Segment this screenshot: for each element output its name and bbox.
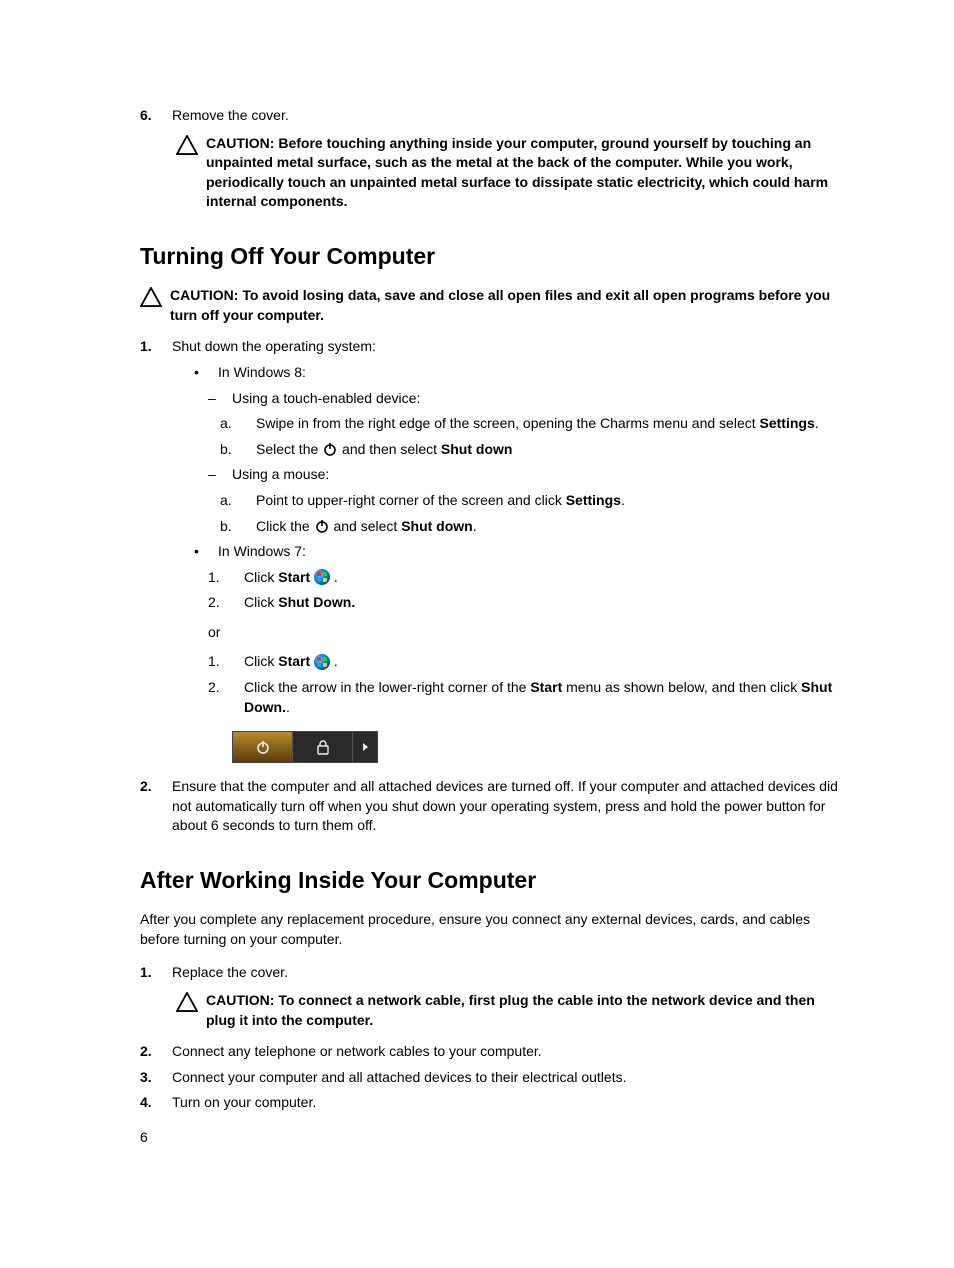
after-step-4: 4. Turn on your computer.: [140, 1093, 844, 1113]
win7b-step-2: 2. Click the arrow in the lower-right co…: [208, 678, 844, 717]
num-1: 1.: [208, 652, 244, 672]
mouse-step-a: a. Point to upper-right corner of the sc…: [220, 491, 844, 511]
step-1-text: Shut down the operating system:: [172, 337, 844, 357]
num-2: 2.: [208, 678, 244, 717]
letter-a: a.: [220, 414, 256, 434]
win7-1-text: Click Start .: [244, 568, 338, 588]
caution-label: CAUTION:: [206, 135, 274, 151]
dash-touch: – Using a touch-enabled device:: [208, 389, 844, 409]
caution-icon: [176, 134, 206, 212]
step-2-ensure-off: 2. Ensure that the computer and all atta…: [140, 777, 844, 836]
caution-icon: [176, 991, 206, 1030]
bullet-dot: •: [194, 363, 218, 383]
win7b-2-text: Click the arrow in the lower-right corne…: [244, 678, 844, 717]
caution-network-text: CAUTION: To connect a network cable, fir…: [206, 991, 844, 1030]
power-segment: [233, 732, 293, 762]
bullet-windows8: • In Windows 8:: [194, 363, 844, 383]
caution-label: CAUTION:: [170, 287, 238, 303]
shutdown-split-button: [232, 731, 378, 763]
mouse-a-text: Point to upper-right corner of the scree…: [256, 491, 625, 511]
after-step-1: 1. Replace the cover.: [140, 963, 844, 983]
caution-ground-text: CAUTION: Before touching anything inside…: [206, 134, 844, 212]
win7b-step-1: 1. Click Start .: [208, 652, 844, 672]
after-4-text: Turn on your computer.: [172, 1093, 844, 1113]
caution-body: To avoid losing data, save and close all…: [170, 287, 830, 323]
arrow-segment: [353, 732, 377, 762]
caution-icon: [140, 286, 170, 325]
power-icon: [322, 441, 338, 457]
win7-step-1: 1. Click Start .: [208, 568, 844, 588]
step-2-number: 2.: [140, 777, 172, 836]
step-6: 6. Remove the cover.: [140, 106, 844, 126]
mouse-label: Using a mouse:: [232, 465, 329, 485]
windows7-label: In Windows 7:: [218, 542, 306, 562]
heading-after-working: After Working Inside Your Computer: [140, 864, 844, 896]
step-1-number: 1.: [140, 337, 172, 771]
after-1-text: Replace the cover.: [172, 963, 844, 983]
dash-mouse: – Using a mouse:: [208, 465, 844, 485]
after-2-text: Connect any telephone or network cables …: [172, 1042, 844, 1062]
dash-mark: –: [208, 465, 232, 485]
caution-body: To connect a network cable, first plug t…: [206, 992, 815, 1028]
win7b-1-text: Click Start .: [244, 652, 338, 672]
step-6-number: 6.: [140, 106, 172, 126]
after-paragraph: After you complete any replacement proce…: [140, 910, 844, 949]
caution-ground-yourself: CAUTION: Before touching anything inside…: [176, 134, 844, 212]
heading-turning-off: Turning Off Your Computer: [140, 240, 844, 272]
lock-segment: [293, 732, 353, 762]
after-1-number: 1.: [140, 963, 172, 983]
touch-label: Using a touch-enabled device:: [232, 389, 420, 409]
letter-a: a.: [220, 491, 256, 511]
mouse-b-text: Click the and select Shut down.: [256, 517, 477, 537]
start-orb-icon: [314, 569, 330, 585]
win7-2-text: Click Shut Down.: [244, 593, 355, 613]
power-icon: [314, 518, 330, 534]
after-4-number: 4.: [140, 1093, 172, 1113]
or-text: or: [208, 623, 844, 643]
num-1: 1.: [208, 568, 244, 588]
start-orb-icon: [314, 654, 330, 670]
letter-b: b.: [220, 440, 256, 460]
after-2-number: 2.: [140, 1042, 172, 1062]
caution-save-text: CAUTION: To avoid losing data, save and …: [170, 286, 844, 325]
windows8-label: In Windows 8:: [218, 363, 306, 383]
bullet-windows7: • In Windows 7:: [194, 542, 844, 562]
caution-save-data: CAUTION: To avoid losing data, save and …: [140, 286, 844, 325]
step-1-shutdown-os: 1. Shut down the operating system: • In …: [140, 337, 844, 771]
touch-step-b: b. Select the and then select Shut down: [220, 440, 844, 460]
shutdown-bar-container: [172, 723, 844, 771]
page: 6. Remove the cover. CAUTION: Before tou…: [0, 0, 954, 1268]
bullet-dot: •: [194, 542, 218, 562]
caution-network-cable: CAUTION: To connect a network cable, fir…: [176, 991, 844, 1030]
touch-b-text: Select the and then select Shut down: [256, 440, 512, 460]
letter-b: b.: [220, 517, 256, 537]
after-step-2: 2. Connect any telephone or network cabl…: [140, 1042, 844, 1062]
after-3-text: Connect your computer and all attached d…: [172, 1068, 844, 1088]
caution-body: Before touching anything inside your com…: [206, 135, 828, 210]
after-step-3: 3. Connect your computer and all attache…: [140, 1068, 844, 1088]
step-2-text: Ensure that the computer and all attache…: [172, 777, 844, 836]
mouse-step-b: b. Click the and select Shut down.: [220, 517, 844, 537]
page-number: 6: [140, 1128, 148, 1148]
dash-mark: –: [208, 389, 232, 409]
caution-label: CAUTION:: [206, 992, 274, 1008]
step-6-text: Remove the cover.: [172, 106, 844, 126]
touch-step-a: a. Swipe in from the right edge of the s…: [220, 414, 844, 434]
num-2: 2.: [208, 593, 244, 613]
after-3-number: 3.: [140, 1068, 172, 1088]
win7-step-2: 2. Click Shut Down.: [208, 593, 844, 613]
touch-a-text: Swipe in from the right edge of the scre…: [256, 414, 819, 434]
